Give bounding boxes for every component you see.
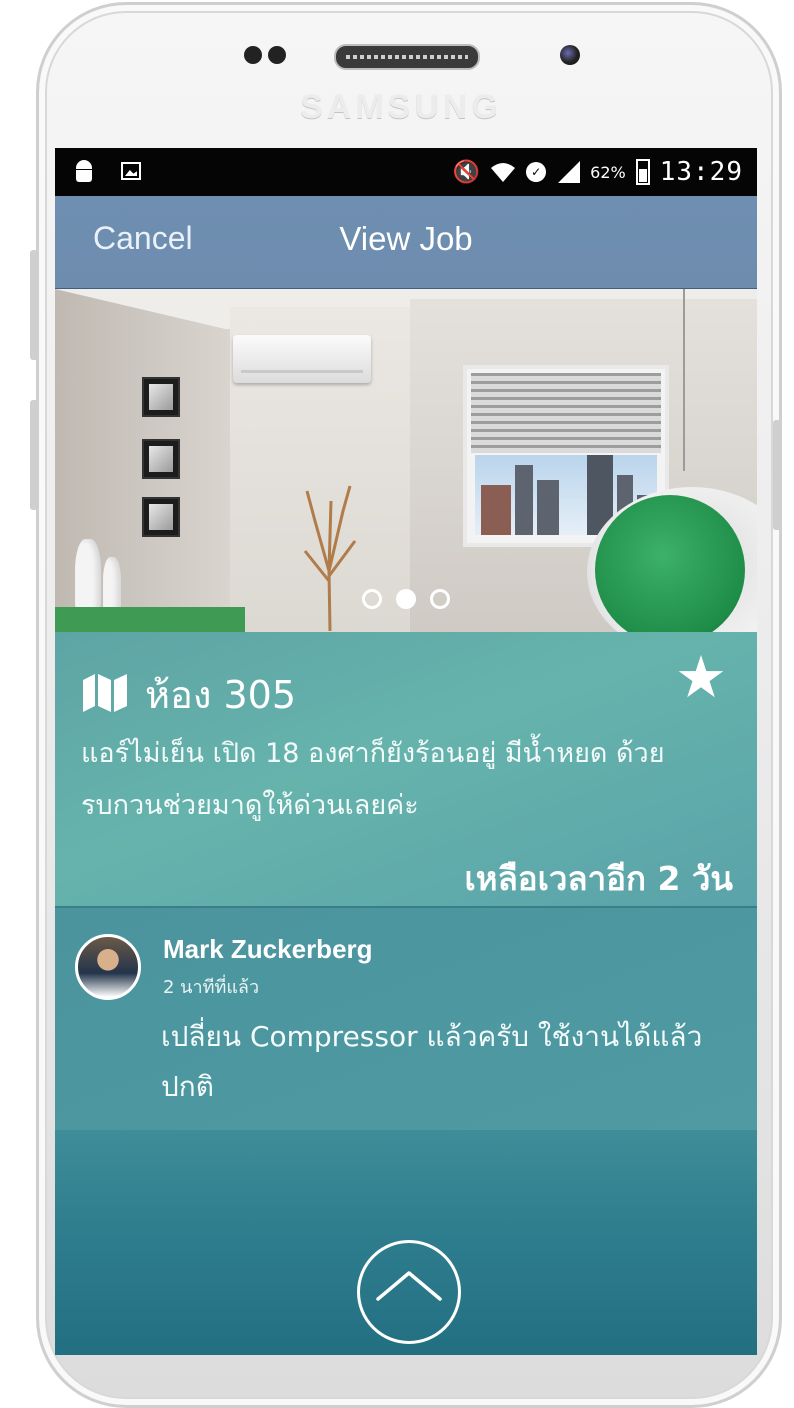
wifi-icon — [490, 160, 516, 184]
time-remaining: เหลือเวลาอีก 2 วัน — [464, 859, 733, 898]
expand-button[interactable] — [357, 1240, 461, 1344]
volume-down-button — [30, 400, 38, 510]
photo-picture-frame — [142, 439, 180, 479]
photo-picture-frame — [142, 497, 180, 537]
status-bar: 🔇 ✓ 62% 13:29 — [55, 148, 757, 196]
status-bar-right: 🔇 ✓ 62% 13:29 — [453, 156, 743, 188]
photo-air-conditioner — [233, 335, 371, 383]
photo-chair-rope — [683, 289, 685, 471]
power-button — [773, 420, 781, 530]
image-notification-icon — [121, 162, 141, 180]
signal-icon — [556, 161, 581, 183]
avatar[interactable] — [75, 934, 141, 1000]
comment-author: Mark Zuckerberg — [163, 934, 373, 964]
battery-icon — [635, 159, 650, 185]
volume-up-button — [30, 250, 38, 360]
sensor-dot — [268, 46, 286, 64]
photo-picture-frame — [142, 377, 180, 417]
android-icon — [73, 160, 95, 184]
map-icon — [83, 674, 127, 712]
comment-item: Mark Zuckerberg 2 นาทีที่แล้ว เปลี่ยน Co… — [55, 906, 757, 1132]
screen: 🔇 ✓ 62% 13:29 Cancel View Job ห้อง 305 ★… — [55, 148, 757, 1355]
chevron-up-icon — [376, 1271, 442, 1301]
room-title: ห้อง 305 — [145, 673, 297, 717]
data-saver-icon: ✓ — [526, 162, 547, 182]
page-indicator — [55, 589, 757, 609]
job-description: แอร์ไม่เย็น เปิด 18 องศาก็ยังร้อนอยู่ มี… — [81, 738, 665, 821]
mute-icon: 🔇 — [452, 159, 481, 185]
star-icon[interactable]: ★ — [675, 648, 727, 706]
comment-text: เปลี่ยน Compressor แล้วครับ ใช้งานได้แล้… — [161, 1020, 703, 1103]
page-dot-1[interactable] — [362, 589, 382, 609]
photo-chair-cushion — [595, 495, 745, 632]
page-dot-3[interactable] — [430, 589, 450, 609]
front-camera — [560, 45, 580, 65]
device-brand: SAMSUNG — [300, 88, 502, 126]
photo-sideboard — [55, 607, 245, 632]
page-title: View Job — [339, 220, 473, 257]
job-info: ห้อง 305 ★ แอร์ไม่เย็น เปิด 18 องศาก็ยัง… — [55, 632, 757, 906]
battery-percent: 62% — [590, 162, 626, 182]
clock: 13:29 — [659, 157, 743, 187]
sensor-dot — [244, 46, 262, 64]
photo-blinds — [471, 373, 661, 453]
job-photo-carousel[interactable] — [55, 289, 757, 632]
page-dot-2-active[interactable] — [396, 589, 416, 609]
earpiece-speaker — [334, 44, 480, 70]
bottom-panel — [55, 1130, 757, 1355]
comment-timestamp: 2 นาทีที่แล้ว — [163, 977, 260, 998]
navigation-bar: Cancel View Job — [55, 196, 757, 290]
